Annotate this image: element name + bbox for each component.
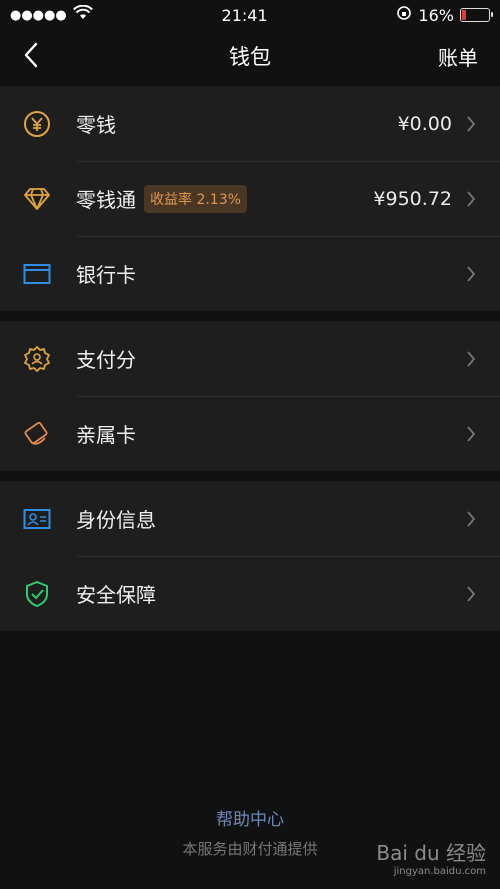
chevron-left-icon — [24, 42, 38, 68]
row-label: 身份信息 — [76, 508, 156, 532]
watermark-brand: Bai du 经验 — [376, 841, 486, 865]
status-bar-right: 16% — [396, 5, 493, 25]
battery-percent: 16% — [418, 5, 454, 25]
section-services: 支付分 亲属卡 — [0, 321, 500, 471]
status-time: 21:41 — [221, 5, 268, 25]
row-label: 支付分 — [76, 348, 136, 372]
status-bar-left: ●●●●● — [10, 4, 93, 25]
signal-strength: ●●●●● — [10, 7, 67, 23]
family-card-icon — [22, 419, 52, 449]
row-value: ¥950.72 — [373, 187, 452, 210]
chevron-right-icon — [464, 584, 478, 604]
chevron-right-icon — [464, 349, 478, 369]
shield-check-icon — [22, 579, 52, 609]
diamond-icon — [22, 184, 52, 214]
row-identity[interactable]: 身份信息 — [0, 481, 500, 556]
nav-bar: 钱包 账单 — [0, 30, 500, 82]
section-security: 身份信息 安全保障 — [0, 481, 500, 631]
help-center-link[interactable]: 帮助中心 — [0, 805, 500, 830]
rotation-lock-icon — [396, 5, 412, 25]
row-label: 零钱 — [76, 113, 116, 137]
battery-level — [461, 10, 467, 20]
row-change-pass[interactable]: 零钱通 收益率 2.13% ¥950.72 — [0, 161, 500, 236]
row-security[interactable]: 安全保障 — [0, 556, 500, 631]
section-balance: 零钱 ¥0.00 零钱通 收益率 2.13% ¥950.72 银行卡 — [0, 86, 500, 311]
watermark: Bai du 经验 jingyan.baidu.com — [376, 837, 486, 877]
chevron-right-icon — [464, 509, 478, 529]
wifi-icon — [72, 4, 93, 25]
bill-button[interactable]: 账单 — [438, 42, 478, 71]
chevron-right-icon — [464, 264, 478, 284]
chevron-right-icon — [464, 424, 478, 444]
page-title: 钱包 — [229, 45, 271, 69]
chevron-right-icon — [464, 189, 478, 209]
watermark-url: jingyan.baidu.com — [393, 866, 486, 877]
row-value: ¥0.00 — [397, 112, 452, 135]
row-bank-card[interactable]: 银行卡 — [0, 236, 500, 311]
battery-icon — [459, 8, 493, 22]
row-label: 亲属卡 — [76, 423, 136, 447]
status-bar: ●●●●● 21:41 16% — [0, 0, 500, 30]
bank-card-icon — [22, 259, 52, 289]
row-label: 安全保障 — [76, 583, 156, 607]
row-pay-score[interactable]: 支付分 — [0, 321, 500, 396]
yuan-coin-icon — [22, 109, 52, 139]
back-button[interactable] — [16, 40, 46, 70]
row-label: 银行卡 — [76, 263, 136, 287]
row-change[interactable]: 零钱 ¥0.00 — [0, 86, 500, 161]
row-family-card[interactable]: 亲属卡 — [0, 396, 500, 471]
id-card-icon — [22, 504, 52, 534]
yield-rate-badge: 收益率 2.13% — [144, 184, 247, 213]
pay-score-icon — [22, 344, 52, 374]
chevron-right-icon — [464, 114, 478, 134]
row-label: 零钱通 — [76, 188, 136, 212]
